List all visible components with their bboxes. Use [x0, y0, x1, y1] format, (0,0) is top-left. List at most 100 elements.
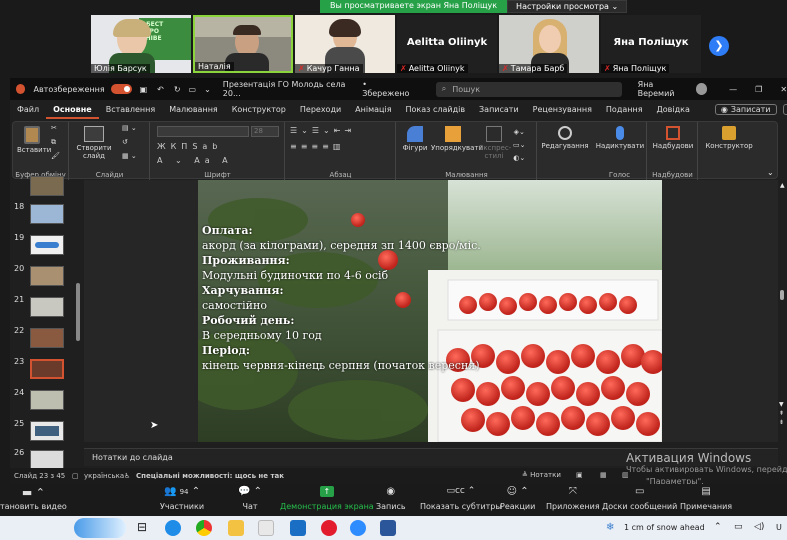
cut-icon[interactable]: ✂: [51, 124, 57, 132]
align-icons[interactable]: ≡≡≡≡▥: [290, 142, 344, 151]
record-zoom-button[interactable]: ◉ Запись: [376, 486, 406, 511]
current-slide[interactable]: Оплата: акорд (за кілограми), середня зп…: [198, 180, 662, 442]
participant-tile-aelitta[interactable]: Aelitta Oliinyk ✗ Aelitta Oliinyk: [397, 15, 497, 73]
slide-thumbnail[interactable]: 25: [14, 419, 78, 445]
tab-home[interactable]: Основне: [46, 100, 99, 119]
weather-text[interactable]: 1 cm of snow ahead: [624, 523, 705, 532]
slide-sorter-icon[interactable]: ▦: [600, 471, 607, 479]
input-language[interactable]: U: [776, 523, 782, 532]
dictate-button[interactable]: Надиктувати: [595, 126, 645, 150]
list-icons[interactable]: ☰⌄☰⌄⇤⇥: [290, 126, 355, 135]
stop-video-button[interactable]: ▬ ⌃ тановить видео: [0, 486, 67, 511]
avatar[interactable]: [695, 83, 708, 95]
tab-draw[interactable]: Малювання: [162, 100, 225, 119]
autosave-toggle[interactable]: [110, 84, 132, 94]
accessibility-status[interactable]: Спеціальні можливості: щось не так: [136, 472, 284, 480]
file-explorer-icon[interactable]: [228, 520, 244, 536]
present-icon[interactable]: ▭: [189, 85, 197, 94]
comments-icon[interactable]: ▭: [782, 104, 787, 115]
task-view-icon[interactable]: ⊟: [134, 520, 150, 536]
redo-icon[interactable]: ↻: [174, 85, 181, 94]
section-icon[interactable]: ▦ ⌄: [122, 152, 137, 160]
addins-button[interactable]: Надбудови: [650, 126, 696, 150]
spellcheck-icon[interactable]: ▢: [72, 472, 79, 480]
reset-icon[interactable]: ↺: [122, 138, 128, 146]
collapse-ribbon-icon[interactable]: ⌄: [767, 168, 774, 177]
opera-icon[interactable]: [321, 520, 337, 536]
store-icon[interactable]: [258, 520, 274, 536]
participant-tile-yulia[interactable]: ОБЕСТАГРОУНІВЕ Юлія Барсук: [91, 15, 191, 73]
participants-button[interactable]: 👥 94 ⌃ Участники: [160, 486, 204, 511]
participant-tile-natalia[interactable]: Наталія: [193, 15, 293, 73]
arrange-button[interactable]: Упорядкувати: [431, 126, 483, 152]
language-label[interactable]: українська: [84, 472, 124, 480]
participant-tile-yana[interactable]: Яна Поліщук ✗ Яна Поліщук: [601, 15, 701, 73]
tab-design[interactable]: Конструктор: [225, 100, 293, 119]
layout-icon[interactable]: ▤ ⌄: [122, 124, 137, 132]
customize-qat-icon[interactable]: ⌄: [204, 85, 211, 94]
new-slide-button[interactable]: Створити слайд: [76, 126, 112, 160]
slide-thumbnail[interactable]: 18: [14, 202, 78, 228]
font-family-select[interactable]: [157, 126, 249, 137]
tab-review[interactable]: Рецензування: [526, 100, 599, 119]
tab-insert[interactable]: Вставлення: [99, 100, 162, 119]
format-painter-icon[interactable]: 🖌: [51, 152, 60, 160]
tab-record[interactable]: Записати: [472, 100, 526, 119]
normal-view-icon[interactable]: ▣: [576, 471, 583, 479]
save-icon[interactable]: ▣: [140, 85, 148, 94]
shape-format-icons[interactable]: ◈⌄ ▭⌄ ◐⌄: [513, 126, 525, 165]
notes-toggle[interactable]: ≜ Нотатки: [522, 471, 561, 479]
tab-file[interactable]: Файл: [10, 100, 46, 119]
next-page-arrow-icon[interactable]: ❯: [709, 36, 729, 56]
record-button[interactable]: ◉ Записати: [714, 104, 777, 115]
undo-icon[interactable]: ↶: [157, 85, 164, 94]
chat-button[interactable]: 💬 ⌃ Чат: [238, 486, 262, 511]
slide-thumbnail[interactable]: 19: [14, 233, 78, 259]
font-format-icons[interactable]: ЖКПSab: [157, 142, 222, 151]
tab-view[interactable]: Подання: [599, 100, 650, 119]
tray-chevron-icon[interactable]: ⌃: [714, 522, 722, 532]
slide-thumbnail[interactable]: 21: [14, 295, 78, 321]
volume-icon[interactable]: ◁): [754, 522, 764, 532]
designer-button[interactable]: Конструктор: [701, 126, 757, 150]
slide-scrollbar[interactable]: ▲ ▼ ⇞ ⇟: [778, 180, 787, 442]
paste-button[interactable]: Вставити: [17, 126, 51, 154]
search-box[interactable]: ⌕ Пошук: [435, 81, 622, 97]
apps-button[interactable]: ⤧ Приложения: [546, 486, 600, 511]
minimize-icon[interactable]: —: [729, 85, 737, 94]
start-logo-icon[interactable]: [74, 518, 126, 538]
thumbnails-scrollbar[interactable]: [76, 283, 80, 341]
close-icon[interactable]: ✕: [780, 85, 787, 94]
share-screen-button[interactable]: ↑ Демонстрация экрана: [280, 486, 374, 511]
captions-button[interactable]: ▭cc ⌃ Показать субтитры: [420, 486, 502, 511]
mail-icon[interactable]: [290, 520, 306, 536]
word-icon[interactable]: [380, 520, 396, 536]
zoom-app-icon[interactable]: [350, 520, 366, 536]
view-settings-button[interactable]: Настройки просмотра ⌄: [507, 0, 628, 13]
tab-transitions[interactable]: Переходи: [293, 100, 348, 119]
tab-help[interactable]: Довідка: [650, 100, 697, 119]
reactions-button[interactable]: ☺ ⌃ Реакции: [500, 486, 535, 511]
network-icon[interactable]: ▭: [734, 522, 743, 532]
participant-tile-kachur[interactable]: ✗ Качур Ганна: [295, 15, 395, 73]
whiteboards-button[interactable]: ▭ Доски сообщений: [602, 486, 677, 511]
notes-zoom-button[interactable]: ▤ Примечания: [680, 486, 732, 511]
restore-icon[interactable]: ❐: [755, 85, 762, 94]
slide-thumbnail[interactable]: 24: [14, 388, 78, 414]
editing-button[interactable]: Редагування: [540, 126, 590, 150]
font-size-select[interactable]: 28: [251, 126, 279, 137]
shapes-button[interactable]: Фігури: [401, 126, 429, 152]
chrome-icon[interactable]: [196, 520, 212, 536]
font-color-icons[interactable]: A ⌄ Aa A: [157, 156, 233, 165]
quick-styles-button[interactable]: Експрес-стилі: [479, 126, 511, 160]
tab-animations[interactable]: Анімація: [348, 100, 398, 119]
slide-thumbnail[interactable]: 20: [14, 264, 78, 290]
slide-thumbnail-selected[interactable]: 23: [14, 357, 78, 383]
edge-icon[interactable]: [165, 520, 181, 536]
slide-thumbnail[interactable]: [14, 174, 78, 200]
slide-text-box[interactable]: Оплата: акорд (за кілограми), середня зп…: [202, 223, 481, 373]
participant-tile-tamara[interactable]: ✗ Тамара Барб: [499, 15, 599, 73]
slide-thumbnail[interactable]: 22: [14, 326, 78, 352]
tab-slideshow[interactable]: Показ слайдів: [399, 100, 473, 119]
copy-icon[interactable]: ⧉: [51, 138, 56, 146]
